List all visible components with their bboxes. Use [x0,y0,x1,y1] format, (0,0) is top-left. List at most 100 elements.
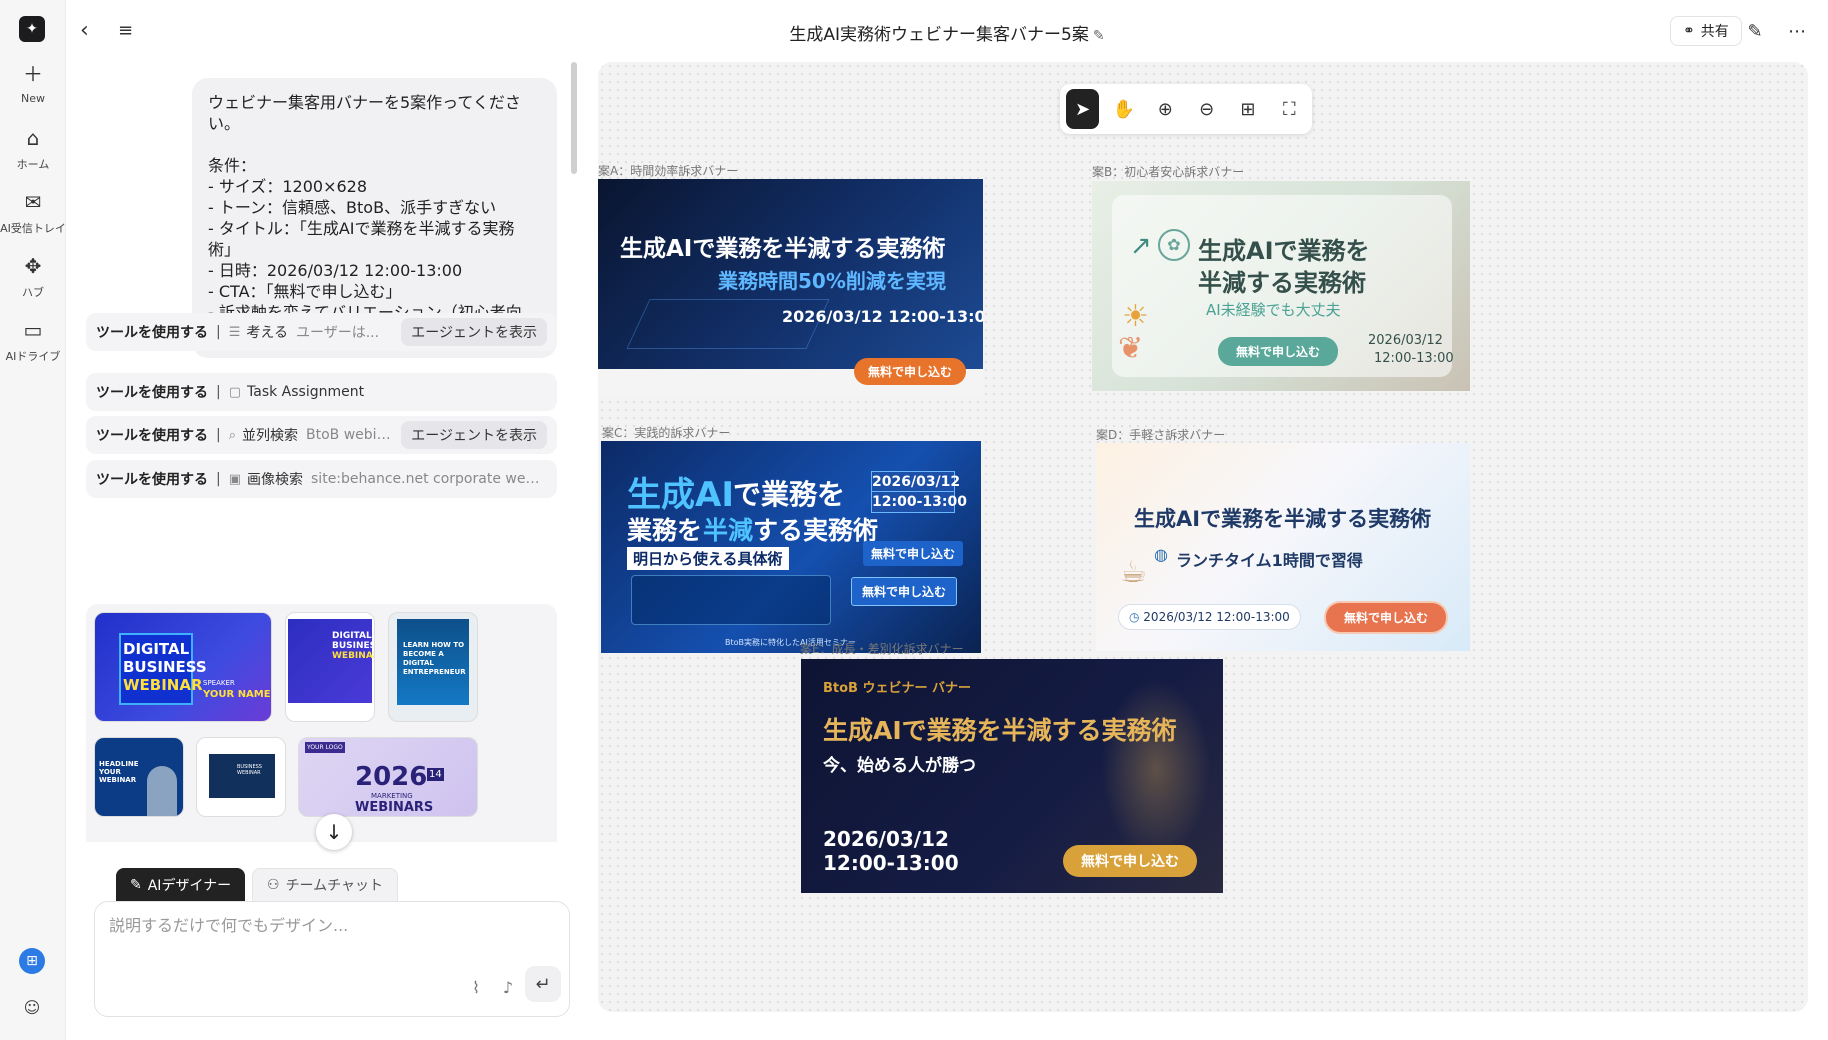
share-button[interactable]: ⚭ 共有 [1670,16,1742,46]
design-canvas[interactable]: ➤ ✋ ⊕ ⊖ ⊞ ⛶ 案A：時間効率訴求バナー 生成AIで業務を半減する実務術… [598,62,1808,1012]
rail-new[interactable]: ＋ New [0,62,66,105]
select-tool-icon[interactable]: ➤ [1066,89,1100,129]
attach-icon[interactable]: ⌇ [461,972,491,1002]
designer-icon: ✎ [130,877,142,893]
thumb-text: LEARN HOW TO BECOME A DIGITAL ENTREPRENE… [403,641,466,676]
rail-drive-label: AIドライブ [5,350,61,363]
thumb-bg [209,754,275,798]
rail-drive[interactable]: ▭ AIドライブ [0,318,66,364]
banner-b[interactable]: ↗ ✿ 生成AIで業務を 半減する実務術 AI未経験でも大丈夫 ☀ ❦ 無料で申… [1092,181,1470,391]
banner-d-date-text: 2026/03/12 12:00-13:00 [1143,610,1290,624]
banner-d-sub: ランチタイム1時間で習得 [1176,551,1363,570]
tool-call-search[interactable]: ツールを使用する | ⌕ 並列検索 BtoB webinar エージェントを表示 [86,416,557,454]
banner-b-date1: 2026/03/12 [1368,333,1443,348]
banner-d-label: 案D：手軽さ訴求バナー [1096,428,1226,442]
rail-hub[interactable]: ✥ ハブ [0,254,66,300]
plus-icon: ＋ [23,62,43,86]
image-result[interactable]: DIGITAL BUSINESS WEBINAR [285,612,375,722]
image-result[interactable]: BUSINESS WEBINAR [196,737,286,817]
banner-a-cta[interactable]: 無料で申し込む [854,358,967,385]
banner-c-cta1[interactable]: 無料で申し込む [863,541,964,566]
prompt-box: ⌇ ♪ ↵ [94,901,570,1017]
banner-b-date2: 12:00-13:00 [1374,351,1454,366]
banner-c[interactable]: 生成AI で業務を 業務を 半減 する実務術 明日から使える具体術 2026/0… [601,441,981,653]
tab-label: AIデザイナー [147,878,232,894]
more-icon[interactable]: ⋯ [1782,16,1812,46]
thumb-text: 14 [427,768,444,781]
banner-e-tag: BtoB ウェビナー バナー [823,681,972,696]
edit-pencil-icon[interactable]: ✎ [1093,28,1105,44]
thumb-text: 2026 [355,762,428,792]
banner-b-cta[interactable]: 無料で申し込む [1218,337,1339,366]
fit-screen-icon[interactable]: ⛶ [1273,89,1306,129]
canvas-toolbar: ➤ ✋ ⊕ ⊖ ⊞ ⛶ [1060,84,1312,134]
image-result[interactable]: YOUR LOGO 2026 14 MARKETING WEBINARS [298,737,478,817]
banner-c-title1b: で業務を [733,478,846,511]
thumb-text: DIGITAL [332,631,372,641]
image-result[interactable]: LEARN HOW TO BECOME A DIGITAL ENTREPRENE… [388,612,478,722]
tool-name: 並列検索 [242,428,298,444]
tool-call-image-search[interactable]: ツールを使用する | ▣ 画像検索 site:behance.net corpo… [86,460,557,498]
prompt-input[interactable] [109,916,549,935]
banner-d-cta[interactable]: 無料で申し込む [1326,603,1447,632]
banner-c-cta2[interactable]: 無料で申し込む [851,577,958,606]
thumb-text: BUSINESS WEBINAR [237,764,262,776]
banner-d-title: 生成AIで業務を半減する実務術 [1134,507,1432,531]
banner-c-diagram [631,575,831,625]
view-agent-button[interactable]: エージェントを表示 [401,421,547,449]
user-icon[interactable]: ☺ [19,994,45,1020]
image-result[interactable]: DIGITAL BUSINESS WEBINAR SPEAKER YOUR NA… [94,612,272,722]
tool-call-think[interactable]: ツールを使用する | ☰ 考える ユーザーは... エージェントを表示 [86,313,557,351]
banner-e[interactable]: BtoB ウェビナー バナー 生成AIで業務を半減する実務術 今、始める人が勝つ… [801,659,1223,893]
banner-a-sub: 業務時間50%削減を実現 [718,269,946,293]
tab-label: チームチャット [285,878,384,894]
view-agent-button[interactable]: エージェントを表示 [401,318,547,346]
zoom-in-icon[interactable]: ⊕ [1149,89,1182,129]
banner-c-title2b: 半減 [703,516,754,545]
brain-icon: ✿ [1158,229,1190,261]
banner-e-sub: 今、始める人が勝つ [823,756,976,776]
page-title-text: 生成AI実務術ウェビナー集客バナー5案 [789,25,1089,45]
rail-hub-label: ハブ [22,286,44,299]
chat-scrollbar[interactable] [571,62,577,174]
tool-query: site:behance.net corporate webin... [311,471,547,487]
add-frame-icon[interactable]: ⊞ [1231,89,1264,129]
banner-a-date: 2026/03/12 12:00-13:00 [782,307,983,326]
banner-a-title: 生成AIで業務を半減する実務術 [620,236,946,262]
tab-ai-designer[interactable]: ✎ AIデザイナー [116,868,246,902]
tool-name: 考える [246,325,288,341]
new-note-icon[interactable]: ✎ [1740,16,1770,46]
banner-e-date1: 2026/03/12 [823,827,949,851]
banner-d-date: ◷ 2026/03/12 12:00-13:00 [1118,604,1301,630]
banner-c-title2a: 業務を [627,516,703,545]
share-label: 共有 [1700,24,1729,40]
tab-team-chat[interactable]: ⚇ チームチャット [252,868,399,902]
mic-icon[interactable]: ♪ [493,972,523,1002]
send-button[interactable]: ↵ [525,966,561,1002]
banner-a[interactable]: 生成AIで業務を半減する実務術 業務時間50%削減を実現 2026/03/12 … [598,179,983,395]
tool-call-task[interactable]: ツールを使用する | ▢ Task Assignment [86,373,557,411]
thumb-text: BUSINESS [332,641,374,651]
page-title[interactable]: 生成AI実務術ウェビナー集客バナー5案 ✎ [66,20,1828,45]
image-result[interactable]: HEADLINE YOUR WEBINAR [94,737,184,817]
rail-inbox[interactable]: ✉ AI受信トレイ [0,190,66,236]
rail-home-label: ホーム [16,158,50,171]
banner-b-title2: 半減する実務術 [1198,269,1366,297]
gift-icon[interactable]: ⊞ [19,948,45,974]
banner-e-glow [1101,679,1211,859]
arrow-down-icon: ↓ [325,820,343,844]
app-logo-icon[interactable]: ✦ [19,16,45,42]
zoom-out-icon[interactable]: ⊖ [1190,89,1223,129]
banner-d[interactable]: 生成AIで業務を半減する実務術 ランチタイム1時間で習得 ◍ ☕ ◷ 2026/… [1096,443,1470,651]
banner-e-cta[interactable]: 無料で申し込む [1063,845,1197,877]
meal-icon: ◍ [1154,545,1168,564]
banner-c-strip: 明日から使える具体術 [627,547,789,570]
hand-tool-icon[interactable]: ✋ [1107,89,1140,129]
tool-label: ツールを使用する [96,428,208,444]
scroll-down-button[interactable]: ↓ [316,814,352,850]
banner-a-label: 案A：時間効率訴求バナー [598,164,739,178]
rail-home[interactable]: ⌂ ホーム [0,126,66,172]
image-results-gallery: DIGITAL BUSINESS WEBINAR SPEAKER YOUR NA… [86,604,557,842]
thumb-text: MARKETING [371,792,413,800]
tool-separator: | [216,324,221,340]
